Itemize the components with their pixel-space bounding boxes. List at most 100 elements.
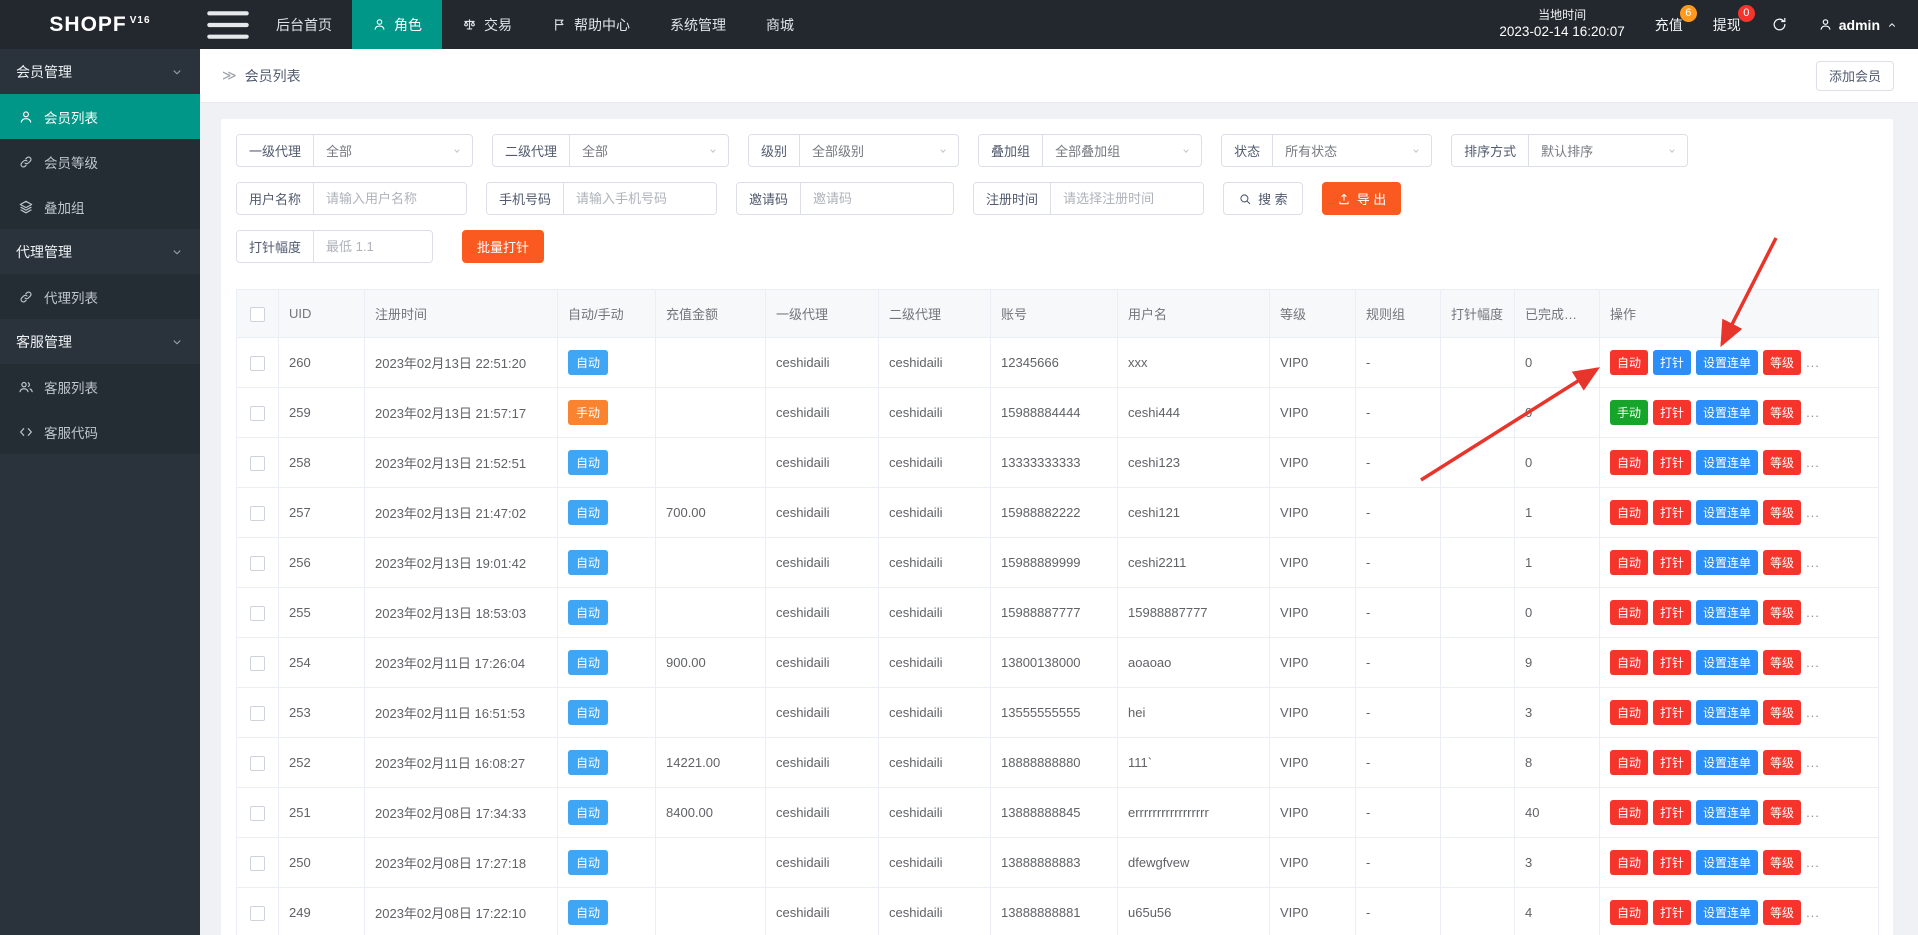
action-auto-button[interactable]: 自动 [1610, 600, 1648, 625]
menu-toggle-button[interactable] [200, 0, 256, 49]
sidebar-item-agent-list[interactable]: 代理列表 [0, 274, 200, 319]
action-chain-order-button[interactable]: 设置连单 [1696, 350, 1758, 375]
action-chain-order-button[interactable]: 设置连单 [1696, 500, 1758, 525]
action-needle-button[interactable]: 打针 [1653, 800, 1691, 825]
row-checkbox[interactable] [250, 556, 265, 571]
action-level-button[interactable]: 等级 [1763, 800, 1801, 825]
filter-sort-select[interactable]: 默认排序 [1529, 135, 1687, 166]
action-chain-order-button[interactable]: 设置连单 [1696, 700, 1758, 725]
row-checkbox[interactable] [250, 906, 265, 921]
row-more-button[interactable]: ... [1806, 905, 1820, 920]
row-checkbox[interactable] [250, 656, 265, 671]
row-more-button[interactable]: ... [1806, 555, 1820, 570]
action-level-button[interactable]: 等级 [1763, 450, 1801, 475]
row-checkbox[interactable] [250, 606, 265, 621]
row-checkbox[interactable] [250, 356, 265, 371]
action-auto-button[interactable]: 自动 [1610, 450, 1648, 475]
row-checkbox[interactable] [250, 706, 265, 721]
row-more-button[interactable]: ... [1806, 455, 1820, 470]
nav-item-help-center[interactable]: 帮助中心 [532, 0, 650, 49]
action-auto-button[interactable]: 自动 [1610, 900, 1648, 925]
action-level-button[interactable]: 等级 [1763, 850, 1801, 875]
action-chain-order-button[interactable]: 设置连单 [1696, 750, 1758, 775]
action-needle-button[interactable]: 打针 [1653, 400, 1691, 425]
add-member-button[interactable]: 添加会员 [1816, 61, 1894, 91]
row-more-button[interactable]: ... [1806, 805, 1820, 820]
row-more-button[interactable]: ... [1806, 605, 1820, 620]
action-auto-button[interactable]: 自动 [1610, 850, 1648, 875]
action-chain-order-button[interactable]: 设置连单 [1696, 400, 1758, 425]
sidebar-item-member-level[interactable]: 会员等级 [0, 139, 200, 184]
sidebar-item-service-list[interactable]: 客服列表 [0, 364, 200, 409]
action-chain-order-button[interactable]: 设置连单 [1696, 550, 1758, 575]
action-needle-button[interactable]: 打针 [1653, 550, 1691, 575]
row-checkbox[interactable] [250, 756, 265, 771]
action-auto-button[interactable]: 自动 [1610, 350, 1648, 375]
filter-level-select[interactable]: 全部级别 [800, 135, 958, 166]
row-more-button[interactable]: ... [1806, 655, 1820, 670]
row-checkbox[interactable] [250, 856, 265, 871]
action-level-button[interactable]: 等级 [1763, 350, 1801, 375]
filter-reg-time-input[interactable] [1051, 183, 1203, 214]
action-level-button[interactable]: 等级 [1763, 550, 1801, 575]
action-level-button[interactable]: 等级 [1763, 650, 1801, 675]
action-needle-button[interactable]: 打针 [1653, 350, 1691, 375]
refresh-button[interactable] [1771, 16, 1788, 33]
action-auto-button[interactable]: 自动 [1610, 650, 1648, 675]
filter-agent1-select[interactable]: 全部 [314, 135, 472, 166]
user-menu[interactable]: admin [1818, 17, 1898, 33]
search-button[interactable]: 搜 索 [1223, 182, 1303, 215]
action-level-button[interactable]: 等级 [1763, 600, 1801, 625]
action-needle-button[interactable]: 打针 [1653, 900, 1691, 925]
sidebar-group-header-agent-management[interactable]: 代理管理 [0, 229, 200, 274]
select-all-checkbox[interactable] [250, 307, 265, 322]
action-needle-button[interactable]: 打针 [1653, 850, 1691, 875]
sidebar-item-member-list[interactable]: 会员列表 [0, 94, 200, 139]
action-needle-button[interactable]: 打针 [1653, 450, 1691, 475]
action-needle-button[interactable]: 打针 [1653, 650, 1691, 675]
filter-stack-group-select[interactable]: 全部叠加组 [1043, 135, 1201, 166]
action-needle-button[interactable]: 打针 [1653, 500, 1691, 525]
row-more-button[interactable]: ... [1806, 505, 1820, 520]
filter-status-select[interactable]: 所有状态 [1273, 135, 1431, 166]
action-level-button[interactable]: 等级 [1763, 700, 1801, 725]
nav-item-system[interactable]: 系统管理 [650, 0, 746, 49]
action-chain-order-button[interactable]: 设置连单 [1696, 650, 1758, 675]
nav-item-trade[interactable]: 交易 [442, 0, 532, 49]
row-more-button[interactable]: ... [1806, 405, 1820, 420]
batch-needle-button[interactable]: 批量打针 [462, 230, 544, 263]
row-checkbox[interactable] [250, 406, 265, 421]
action-needle-button[interactable]: 打针 [1653, 600, 1691, 625]
row-more-button[interactable]: ... [1806, 355, 1820, 370]
action-chain-order-button[interactable]: 设置连单 [1696, 450, 1758, 475]
row-checkbox[interactable] [250, 506, 265, 521]
export-button[interactable]: 导 出 [1322, 182, 1402, 215]
action-auto-button[interactable]: 自动 [1610, 800, 1648, 825]
filter-needle-range-input[interactable] [314, 231, 432, 262]
filter-username-input[interactable] [314, 183, 466, 214]
row-more-button[interactable]: ... [1806, 855, 1820, 870]
action-level-button[interactable]: 等级 [1763, 900, 1801, 925]
filter-phone-input[interactable] [564, 183, 716, 214]
filter-invite-code-input[interactable] [801, 183, 953, 214]
action-chain-order-button[interactable]: 设置连单 [1696, 900, 1758, 925]
action-level-button[interactable]: 等级 [1763, 400, 1801, 425]
withdraw-link[interactable]: 提现 0 [1713, 15, 1741, 35]
row-more-button[interactable]: ... [1806, 705, 1820, 720]
row-checkbox[interactable] [250, 806, 265, 821]
row-checkbox[interactable] [250, 456, 265, 471]
nav-item-mall[interactable]: 商城 [746, 0, 814, 49]
row-more-button[interactable]: ... [1806, 755, 1820, 770]
action-chain-order-button[interactable]: 设置连单 [1696, 600, 1758, 625]
action-auto-button[interactable]: 自动 [1610, 500, 1648, 525]
action-auto-button[interactable]: 手动 [1610, 400, 1648, 425]
nav-item-role[interactable]: 角色 [352, 0, 442, 49]
sidebar-item-service-code[interactable]: 客服代码 [0, 409, 200, 454]
sidebar-group-header-member-management[interactable]: 会员管理 [0, 49, 200, 94]
action-level-button[interactable]: 等级 [1763, 500, 1801, 525]
action-needle-button[interactable]: 打针 [1653, 750, 1691, 775]
action-chain-order-button[interactable]: 设置连单 [1696, 850, 1758, 875]
sidebar-group-header-service-management[interactable]: 客服管理 [0, 319, 200, 364]
recharge-link[interactable]: 充值 6 [1655, 15, 1683, 35]
action-auto-button[interactable]: 自动 [1610, 750, 1648, 775]
